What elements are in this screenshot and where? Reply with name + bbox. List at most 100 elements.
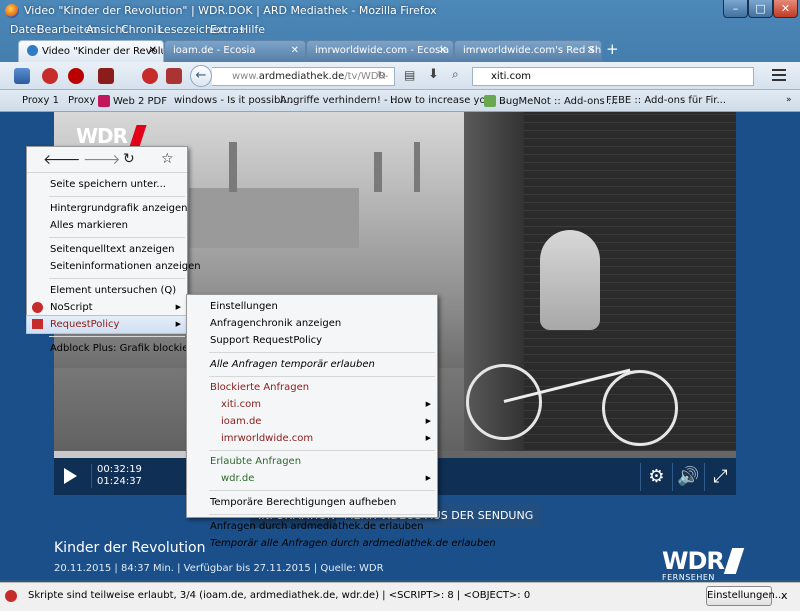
wdr-slash-icon [129,125,147,147]
bookmark-proxy-1[interactable]: Proxy 1 [22,95,59,106]
addon-icon[interactable] [142,68,158,84]
tab-label: ioam.de - Ecosia [173,45,256,56]
navigation-toolbar: ← www.ardmediathek.de/tv/WDR- ↻ ▤ ⬇ ⌕ xi… [0,62,800,90]
time-total: 01:24:37 [97,476,142,487]
minimize-button[interactable]: – [723,0,748,18]
bookmark-star-icon[interactable]: ☆ [161,151,174,167]
tab-ard-mediathek[interactable]: Video "Kinder der Revolutio... ✕ [18,40,164,62]
rp-allowed-wdr[interactable]: wdr.de ▶ [187,470,437,487]
reader-icon[interactable]: ▤ [404,68,415,82]
settings-gear-icon[interactable]: ⚙ [640,463,672,491]
rp-history[interactable]: Anfragenchronik anzeigen [187,315,437,332]
bookmark-web2pdf[interactable]: Web 2 PDF [98,95,167,107]
search-icon[interactable]: ⌕ [452,67,459,82]
menu-hamburger-icon[interactable] [772,69,786,81]
menu-adblock-block-image[interactable]: Adblock Plus: Grafik blockieren... [27,340,214,357]
submenu-arrow-icon: ▶ [175,320,181,328]
rp-allow-site-temp[interactable]: Temporär alle Anfragen durch ardmediathe… [187,535,496,552]
more-bookmarks-icon[interactable]: » [786,95,792,105]
video-chimney [229,142,237,192]
requestpolicy-flag-icon [32,319,43,329]
menu-save-page[interactable]: Seite speichern unter... [27,176,187,193]
menu-separator [209,450,435,451]
ard-favicon-icon [27,45,38,56]
rp-settings[interactable]: Einstellungen [187,298,437,315]
time-elapsed: 00:32:19 [97,464,142,475]
forward-arrow-icon[interactable]: 🡒 [83,151,121,168]
bookmark-bugmenot[interactable]: BugMeNot :: Add-ons ... [484,95,617,107]
requestpolicy-icon[interactable] [98,68,114,84]
wdr-logo-slash-icon [723,548,745,574]
rp-revoke-temp[interactable]: Temporäre Berechtigungen aufheben [187,494,437,511]
noscript-icon [5,590,17,602]
fullscreen-icon[interactable]: ⤢ [704,463,736,491]
close-tab-icon[interactable]: ✕ [439,45,447,56]
menu-noscript[interactable]: NoScript ▶ [27,299,187,316]
noscript-status-bar: Skripte sind teilweise erlaubt, 3/4 (ioa… [0,582,800,611]
stats-addon-icon[interactable] [14,68,30,84]
menu-chronik[interactable]: Chronik [121,23,163,36]
new-tab-button[interactable]: + [606,40,619,58]
noscript-status-text: Skripte sind teilweise erlaubt, 3/4 (ioa… [28,590,531,601]
close-window-button[interactable]: ✕ [773,0,798,18]
rp-blocked-ioam[interactable]: ioam.de ▶ [187,413,437,430]
wdr-fernsehen-logo: WDR FERNSEHEN [662,547,745,582]
close-statusbar-icon[interactable]: x [781,589,788,602]
rp-allow-site[interactable]: Anfragen durch ardmediathek.de erlauben [187,518,437,535]
url-domain: ardmediathek.de [258,71,345,82]
time-display: 00:32:19 01:24:37 [91,464,142,488]
video-buildings [189,188,359,248]
menu-select-all[interactable]: Alles markieren [27,217,187,234]
wdr-logo-text: WDR [662,547,725,575]
close-tab-icon[interactable]: ✕ [291,45,299,56]
noscript-icon[interactable] [42,68,58,84]
video-chimney [374,152,382,192]
title-bar: Video "Kinder der Revolution" | WDR.DOK … [0,0,800,22]
download-icon[interactable]: ⬇ [428,67,439,82]
bookmark-angriffe[interactable]: Angriffe verhindern! - ... [280,95,400,106]
reload-icon[interactable]: ↻ [123,151,135,167]
adblock-icon[interactable] [68,68,84,84]
menu-view-source[interactable]: Seitenquelltext anzeigen [27,241,187,258]
tab-imrworldwide-ecosia[interactable]: imrworldwide.com - Ecosia ✕ [306,40,454,62]
search-input[interactable]: xiti.com [472,67,754,86]
menu-requestpolicy-label: RequestPolicy [50,319,120,330]
back-arrow-icon[interactable]: 🡐 [43,151,81,168]
close-tab-icon[interactable]: ✕ [149,45,157,56]
rp-blocked-imrworldwide[interactable]: imrworldwide.com ▶ [187,430,437,447]
rp-blocked-xiti[interactable]: xiti.com ▶ [187,396,437,413]
menu-hilfe[interactable]: Hilfe [240,23,265,36]
video-chimney [414,142,420,192]
menu-inspect-element[interactable]: Element untersuchen (Q) [27,282,187,299]
close-tab-icon[interactable]: ✕ [587,45,595,56]
tab-imrworldwide-redsheriff[interactable]: imrworldwide.com's Red Sherif... ✕ [454,40,602,62]
back-button[interactable]: ← [190,65,212,87]
menu-separator [49,336,185,337]
volume-icon[interactable]: 🔊 [672,463,704,491]
bookmark-windows[interactable]: windows - Is it possibl... [174,95,293,106]
firefox-logo-icon [5,4,19,18]
rp-support[interactable]: Support RequestPolicy [187,332,437,349]
reload-icon[interactable]: ↻ [377,69,386,82]
wdr-watermark-text: WDR [76,124,128,148]
noscript-settings-button[interactable]: Einstellungen... [706,586,784,606]
menu-view-background[interactable]: Hintergrundgrafik anzeigen [27,200,187,217]
menu-datei[interactable]: Datei [10,23,39,36]
url-bar[interactable]: www.ardmediathek.de/tv/WDR- [212,67,395,86]
rp-allowed-header: Erlaubte Anfragen [210,456,302,467]
rp-allow-all-temp[interactable]: Alle Anfragen temporär erlauben [187,356,437,373]
menu-separator [49,196,185,197]
menu-separator [209,490,435,491]
menu-page-info[interactable]: Seiteninformationen anzeigen [27,258,201,275]
rp-allowed-label: wdr.de [221,473,255,484]
maximize-button[interactable]: □ [748,0,773,18]
menu-requestpolicy[interactable]: RequestPolicy ▶ [26,315,188,334]
puzzle-icon [484,95,496,107]
play-icon[interactable] [64,468,77,484]
rp-blocked-label: imrworldwide.com [221,433,314,444]
bookmark-febe[interactable]: FEBE :: Add-ons für Fir... [606,95,726,106]
rp-blocked-label: xiti.com [221,399,261,410]
addon-icon-2[interactable] [166,68,182,84]
tab-ioam[interactable]: ioam.de - Ecosia ✕ [164,40,306,62]
video-bike-wheel [602,370,678,446]
